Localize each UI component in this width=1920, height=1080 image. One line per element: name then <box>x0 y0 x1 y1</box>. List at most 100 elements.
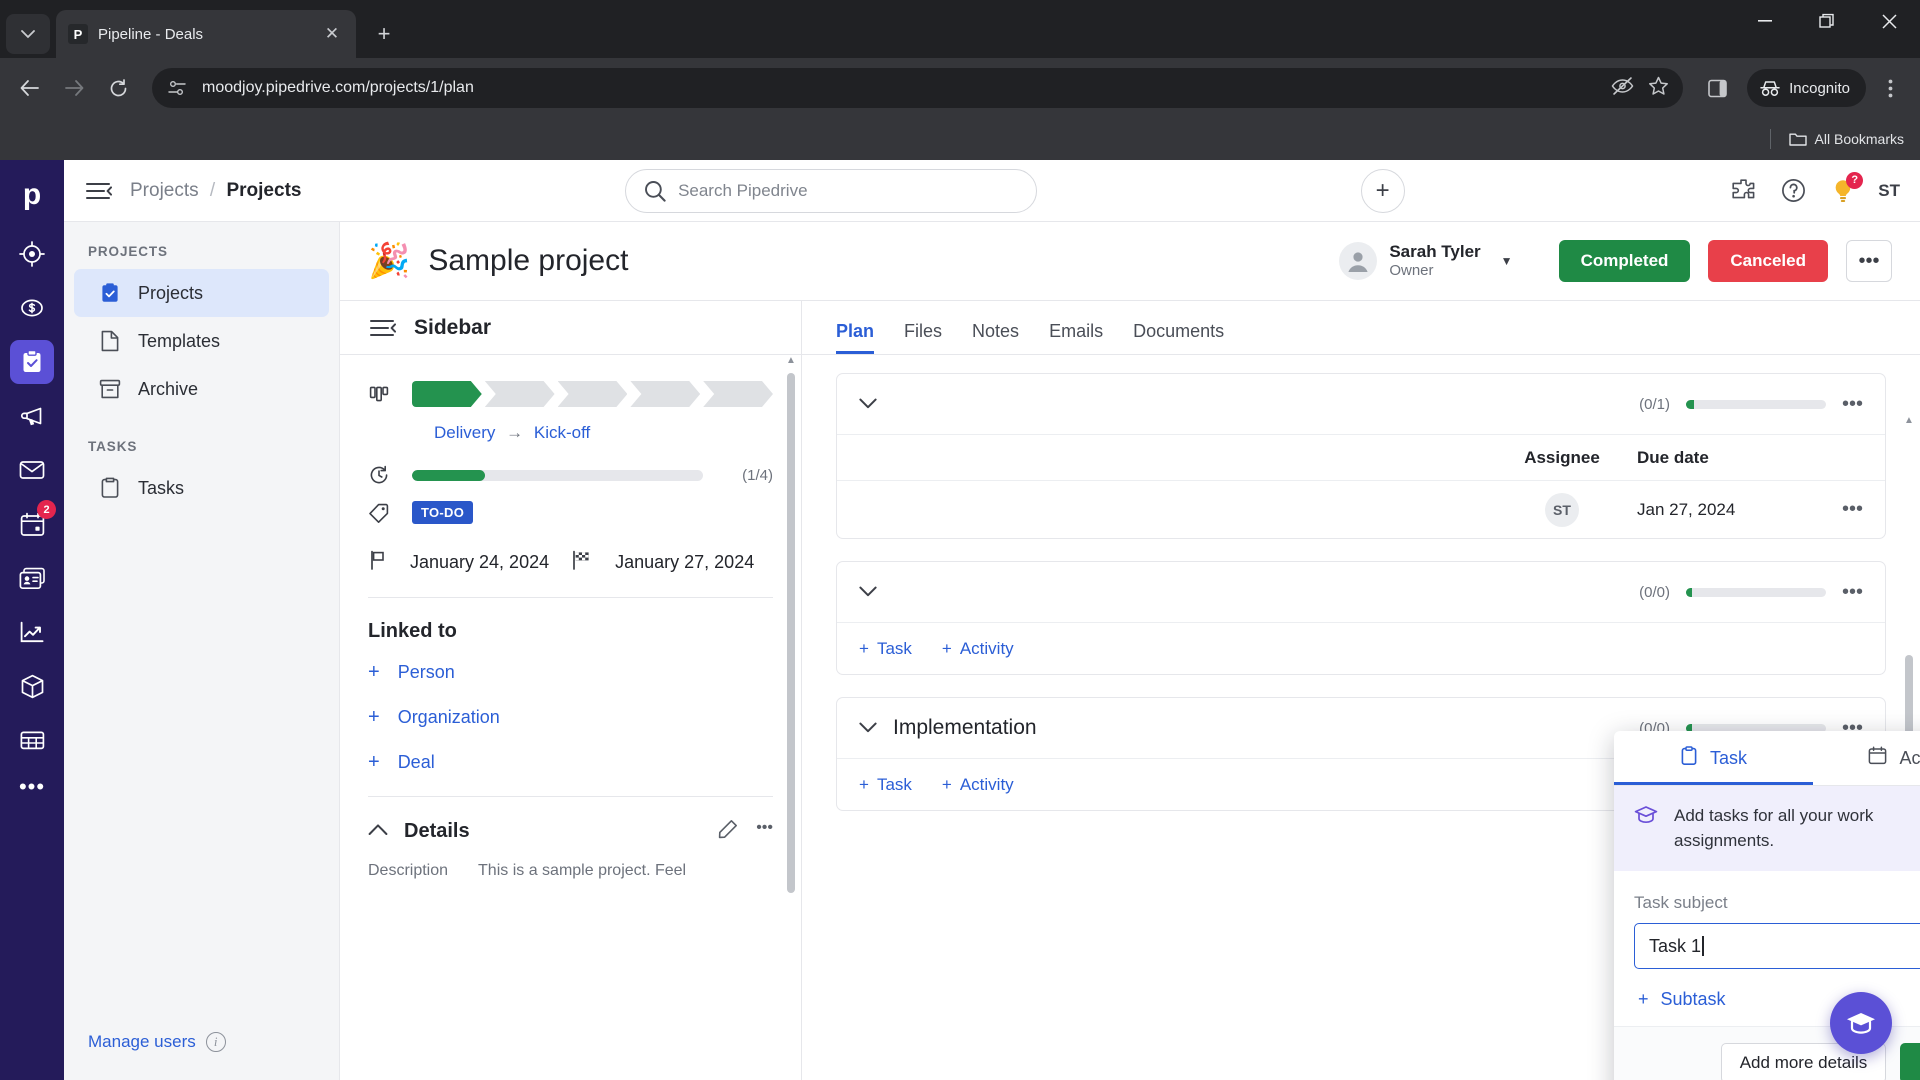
rail-item-campaigns[interactable] <box>10 394 54 438</box>
phase-from[interactable]: Delivery <box>434 423 495 442</box>
user-avatar[interactable]: ST <box>1878 181 1900 201</box>
maximize-restore-button[interactable] <box>1796 0 1858 42</box>
rail-item-mail[interactable] <box>10 448 54 492</box>
task-group-header[interactable]: (0/1) ••• <box>837 374 1885 434</box>
quick-add-button[interactable]: + <box>1360 168 1405 213</box>
task-group-header[interactable]: (0/0) ••• <box>837 562 1885 622</box>
search-input[interactable]: Search Pipedrive <box>625 168 1038 213</box>
app-topbar: Projects / Projects Search Pipedrive + ?… <box>64 160 1920 222</box>
tab-documents[interactable]: Documents <box>1133 321 1224 354</box>
scrollbar-thumb[interactable] <box>787 373 795 893</box>
rail-item-contacts[interactable] <box>10 556 54 600</box>
details-title: Details <box>404 820 470 842</box>
popup-tab-activity[interactable]: Activity <box>1813 731 1920 785</box>
tab-notes[interactable]: Notes <box>972 321 1019 354</box>
plan-scroll-up-icon[interactable]: ▲ <box>1904 415 1914 426</box>
end-date[interactable]: January 27, 2024 <box>615 552 754 573</box>
minimize-button[interactable] <box>1734 0 1796 42</box>
start-date[interactable]: January 24, 2024 <box>410 552 549 573</box>
save-button[interactable]: Save <box>1900 1043 1920 1080</box>
add-activity-label: Activity <box>959 774 1014 794</box>
task-subject-input[interactable]: Task 1 <box>1634 923 1920 970</box>
rail-item-leads[interactable] <box>10 232 54 276</box>
tab-close-icon[interactable]: ✕ <box>320 22 344 46</box>
phase-progress[interactable] <box>412 381 773 407</box>
edit-pencil-icon[interactable] <box>718 819 738 844</box>
chevron-down-icon[interactable] <box>859 584 877 601</box>
browser-tab[interactable]: P Pipeline - Deals ✕ <box>56 10 356 58</box>
help-academy-fab[interactable] <box>1830 992 1892 1054</box>
all-bookmarks-label: All Bookmarks <box>1814 131 1904 147</box>
add-task-button[interactable]: + Task <box>859 639 912 659</box>
forward-button[interactable] <box>54 68 94 108</box>
sidebar-item-tasks[interactable]: Tasks <box>74 464 329 512</box>
info-icon[interactable]: i <box>205 1032 226 1052</box>
rail-more-icon[interactable]: ••• <box>19 774 45 800</box>
side-panel-icon[interactable] <box>1697 68 1737 108</box>
sidebar-item-templates[interactable]: Templates <box>74 317 329 365</box>
details-section-header[interactable]: Details ••• <box>368 819 773 844</box>
tab-search-button[interactable] <box>6 14 50 54</box>
plan-body: (0/1) ••• Assignee Due date ST Jan 27, 2… <box>802 355 1920 1080</box>
rail-item-deals[interactable] <box>10 286 54 330</box>
row-more-icon[interactable]: ••• <box>1842 498 1863 521</box>
close-window-button[interactable] <box>1858 0 1920 42</box>
chevron-down-icon[interactable]: ▼ <box>1501 254 1513 268</box>
sidebar-scrollbar[interactable]: ▲ <box>785 355 797 1080</box>
link-person-button[interactable]: + Person <box>368 661 773 684</box>
whats-new-icon[interactable]: ? <box>1828 171 1864 206</box>
row-due-date[interactable]: Jan 27, 2024 <box>1637 500 1807 520</box>
tab-plan[interactable]: Plan <box>836 321 874 354</box>
pipedrive-logo-icon[interactable]: p <box>11 174 53 216</box>
table-row[interactable]: ST Jan 27, 2024 ••• <box>837 480 1885 538</box>
add-activity-button[interactable]: + Activity <box>942 775 1014 795</box>
address-bar[interactable]: moodjoy.pipedrive.com/projects/1/plan <box>152 68 1684 108</box>
details-more-icon[interactable]: ••• <box>756 819 773 844</box>
all-bookmarks-button[interactable]: All Bookmarks <box>1788 131 1904 147</box>
add-task-button[interactable]: + Task <box>859 775 912 795</box>
incognito-indicator[interactable]: Incognito <box>1747 69 1866 107</box>
tab-emails[interactable]: Emails <box>1049 321 1103 354</box>
rail-item-activities[interactable]: 2 <box>10 500 56 546</box>
manage-users-link[interactable]: Manage users <box>88 1032 196 1052</box>
chevron-down-icon[interactable] <box>859 396 877 413</box>
link-deal-button[interactable]: + Deal <box>368 751 773 774</box>
apps-puzzle-icon[interactable] <box>1728 176 1758 206</box>
rail-item-products[interactable] <box>10 664 54 708</box>
reload-button[interactable] <box>98 68 138 108</box>
project-more-button[interactable]: ••• <box>1846 240 1892 282</box>
nav-section-tasks-label: TASKS <box>88 439 138 454</box>
tracking-protection-icon[interactable] <box>1611 76 1634 101</box>
completed-button[interactable]: Completed <box>1558 240 1691 282</box>
row-assignee[interactable]: ST <box>1487 492 1637 527</box>
chevron-down-icon[interactable] <box>859 720 877 737</box>
owner-avatar <box>1339 242 1378 280</box>
project-owner[interactable]: Sarah Tyler Owner ▼ <box>1339 241 1513 281</box>
link-organization-button[interactable]: + Organization <box>368 706 773 729</box>
bookmark-star-icon[interactable] <box>1648 76 1669 101</box>
task-group-more-icon[interactable]: ••• <box>1842 393 1863 416</box>
calendar-icon <box>1868 746 1887 770</box>
scroll-up-arrow-icon[interactable]: ▲ <box>785 355 797 366</box>
canceled-button[interactable]: Canceled <box>1708 240 1828 282</box>
help-icon[interactable] <box>1778 176 1808 206</box>
task-subject-value: Task 1 <box>1649 935 1702 956</box>
new-tab-button[interactable]: + <box>366 16 402 52</box>
site-settings-icon[interactable] <box>166 77 188 99</box>
collapse-sidebar-icon[interactable] <box>368 313 398 343</box>
phase-segment <box>558 381 628 407</box>
breadcrumb-parent[interactable]: Projects <box>130 180 199 201</box>
sidebar-item-projects[interactable]: Projects <box>74 269 329 317</box>
popup-tab-task[interactable]: Task <box>1614 731 1813 785</box>
rail-item-projects[interactable] <box>10 340 54 384</box>
rail-item-insights[interactable] <box>10 610 54 654</box>
chrome-menu-icon[interactable] <box>1870 68 1910 108</box>
phase-to[interactable]: Kick-off <box>534 423 590 442</box>
task-group-more-icon[interactable]: ••• <box>1842 581 1863 604</box>
add-activity-button[interactable]: + Activity <box>942 639 1014 659</box>
collapse-nav-icon[interactable] <box>84 176 114 206</box>
rail-item-marketplace[interactable] <box>10 718 54 762</box>
back-button[interactable] <box>10 68 50 108</box>
tab-files[interactable]: Files <box>904 321 942 354</box>
sidebar-item-archive[interactable]: Archive <box>74 365 329 413</box>
